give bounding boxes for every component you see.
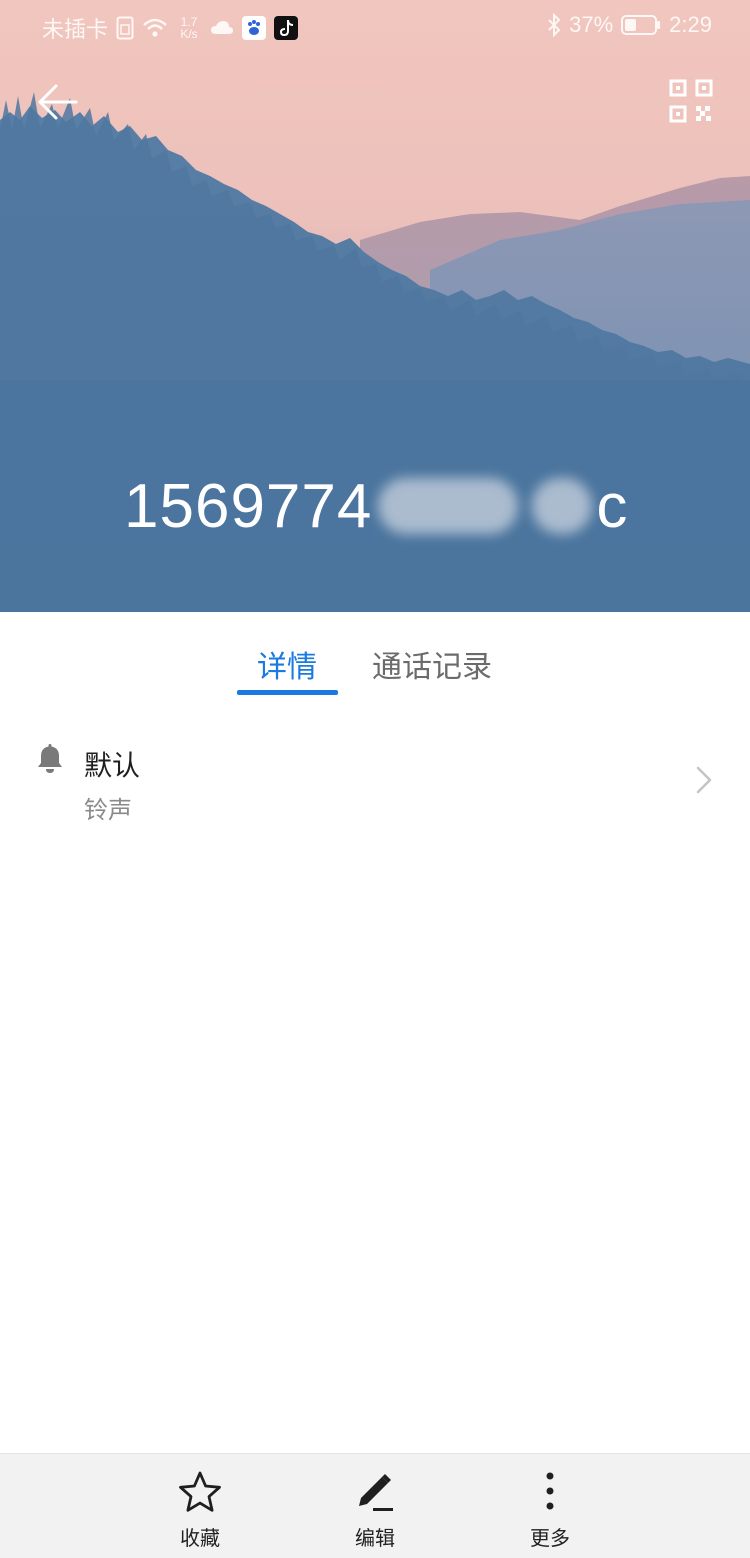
favorite-button[interactable]: 收藏 (155, 1470, 245, 1551)
tiktok-app-icon (274, 16, 299, 40)
qr-code-icon (669, 79, 713, 123)
contact-name-suffix: c (596, 471, 629, 541)
battery-icon (621, 15, 661, 35)
tab-call-log[interactable]: 通话记录 (372, 642, 492, 686)
status-bar: 未插卡 1.7 K/s 37% 2:29 (0, 0, 750, 52)
status-bar-left: 未插卡 1.7 K/s (42, 12, 299, 44)
wifi-icon (143, 18, 167, 37)
sim-icon (116, 16, 134, 40)
contact-name-visible: 1569774 (124, 471, 373, 541)
pencil-icon (359, 1474, 393, 1511)
qr-code-button[interactable] (668, 78, 714, 124)
tiktok-note-icon (280, 20, 294, 36)
redacted-blur (532, 478, 593, 534)
status-bar-right: 37% 2:29 (547, 12, 712, 38)
redacted-blur (378, 478, 519, 534)
battery-percent: 37% (569, 12, 614, 37)
chevron-right-icon (696, 766, 712, 794)
edit-label: 编辑 (355, 1526, 395, 1550)
back-button[interactable] (34, 78, 82, 126)
bell-icon (38, 744, 62, 773)
network-speed: 1.7 K/s (176, 16, 202, 40)
ringtone-label: 铃声 (84, 796, 132, 824)
tab-details[interactable]: 详情 (257, 642, 317, 686)
baidu-paw-icon (248, 20, 261, 35)
contact-name: 1569774 c (124, 466, 628, 546)
header-background: 未插卡 1.7 K/s 37% 2:29 1569774 c (0, 0, 750, 612)
carrier-label: 未插卡 (42, 17, 109, 42)
tab-active-indicator (237, 690, 338, 695)
tab-bar: 详情 通话记录 (0, 612, 750, 698)
more-button[interactable]: 更多 (505, 1470, 595, 1551)
ringtone-row[interactable]: 默认 铃声 (0, 720, 750, 840)
edit-button[interactable]: 编辑 (330, 1470, 420, 1551)
network-speed-unit: K/s (180, 27, 198, 41)
cloud-icon (211, 21, 234, 34)
star-icon (179, 1471, 221, 1512)
baidu-app-icon (242, 16, 267, 40)
bluetooth-icon (548, 13, 561, 37)
bottom-action-bar: 收藏 编辑 更多 (0, 1453, 750, 1558)
back-arrow-icon (38, 84, 78, 120)
more-vertical-icon (546, 1472, 554, 1510)
clock: 2:29 (669, 12, 712, 37)
favorite-label: 收藏 (180, 1526, 220, 1550)
ringtone-value: 默认 (84, 749, 141, 782)
more-label: 更多 (530, 1526, 570, 1550)
